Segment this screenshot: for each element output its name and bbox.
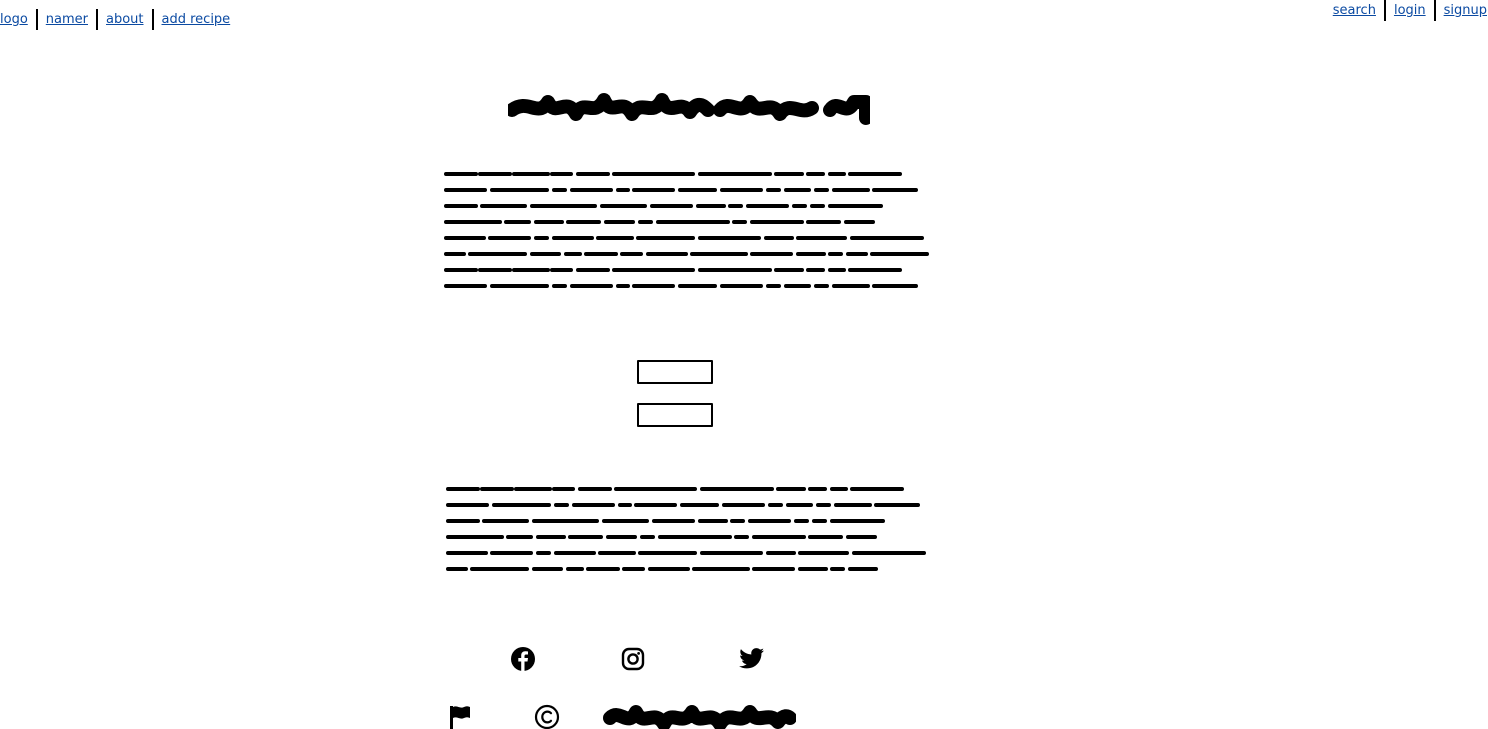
flag-icon (450, 706, 470, 729)
nav-link-add-recipe[interactable]: add recipe (162, 12, 231, 27)
facebook-icon[interactable] (510, 646, 536, 672)
nav-link-login[interactable]: login (1394, 3, 1426, 18)
nav-divider (1383, 0, 1386, 21)
text-field-2[interactable] (637, 403, 713, 427)
text-field-1[interactable] (637, 360, 713, 384)
twitter-icon[interactable] (739, 647, 765, 671)
nav-divider (96, 9, 98, 30)
nav-link-logo[interactable]: logo (0, 12, 28, 27)
footer-text-scribble (603, 705, 796, 729)
nav-divider (151, 9, 154, 30)
account-nav: search login signup (1333, 0, 1487, 21)
nav-link-signup[interactable]: signup (1444, 3, 1487, 18)
intro-paragraph-scribble (444, 172, 930, 288)
copyright-icon (534, 704, 560, 729)
nav-link-search[interactable]: search (1333, 3, 1376, 18)
nav-link-namer[interactable]: namer (46, 12, 88, 27)
body-paragraph-scribble (446, 487, 926, 571)
primary-nav: logo namer about add recipe (0, 9, 230, 30)
nav-link-about[interactable]: about (106, 12, 144, 27)
page-title-scribble (508, 93, 870, 125)
nav-divider (1433, 0, 1436, 21)
nav-divider (35, 9, 38, 30)
instagram-icon[interactable] (621, 647, 645, 671)
